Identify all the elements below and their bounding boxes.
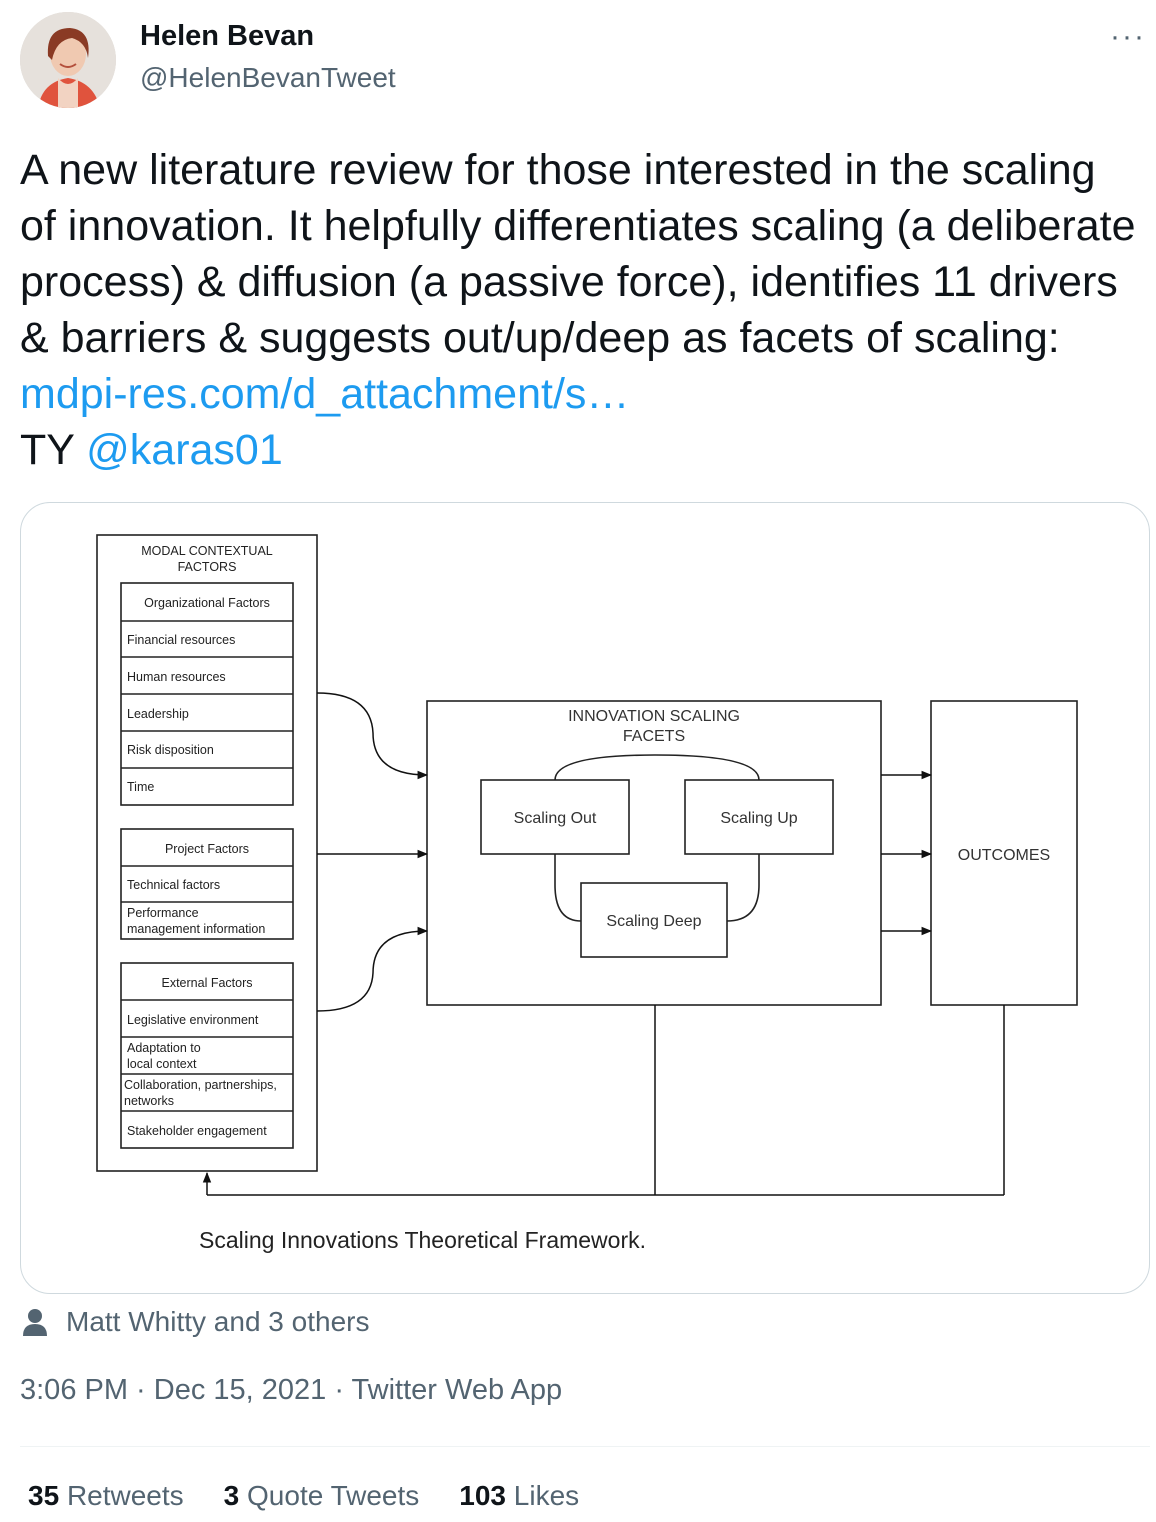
tweet-mention[interactable]: @karas01: [86, 426, 283, 474]
author-name[interactable]: Helen Bevan: [140, 20, 314, 53]
person-icon: [23, 1309, 47, 1336]
external-item: networks: [124, 1094, 174, 1108]
project-item: Performance: [127, 906, 199, 920]
org-item: Risk disposition: [127, 743, 214, 757]
quotes-count: 3: [223, 1480, 240, 1511]
facets-title-line1: INNOVATION SCALING: [568, 708, 740, 725]
org-item: Time: [127, 780, 154, 794]
divider: [20, 1446, 1150, 1447]
org-item: Human resources: [127, 670, 226, 684]
tweet-text: A new literature review for those intere…: [20, 142, 1140, 478]
org-factors-header: Organizational Factors: [144, 596, 270, 610]
framework-diagram: MODAL CONTEXTUAL FACTORS Organizational …: [96, 534, 1078, 1253]
liked-by-text: Matt Whitty and 3 others: [66, 1306, 370, 1337]
project-item: management information: [127, 922, 265, 936]
external-item: local context: [127, 1057, 197, 1071]
liked-by-row[interactable]: Matt Whitty and 3 others: [20, 1302, 369, 1342]
facets-title-line2: FACETS: [623, 728, 685, 745]
diagram-caption: Scaling Innovations Theoretical Framewor…: [199, 1227, 646, 1253]
external-item: Collaboration, partnerships,: [124, 1078, 277, 1092]
external-item: Legislative environment: [127, 1013, 259, 1027]
scaling-out-label: Scaling Out: [514, 810, 597, 827]
org-item: Financial resources: [127, 633, 235, 647]
external-factors-header: External Factors: [161, 976, 252, 990]
retweets-count: 35: [28, 1480, 60, 1511]
modal-title-line2: FACTORS: [178, 560, 237, 574]
tweet-link[interactable]: mdpi-res.com/d_attachment/s…: [20, 370, 629, 418]
external-item: Adaptation to: [127, 1041, 201, 1055]
tweet-timestamp[interactable]: 3:06 PM · Dec 15, 2021 · Twitter Web App: [20, 1374, 562, 1407]
likes-stat[interactable]: 103 Likes: [459, 1480, 579, 1512]
tweet-body: A new literature review for those intere…: [20, 146, 1136, 362]
org-item: Leadership: [127, 707, 189, 721]
likes-label: Likes: [513, 1480, 580, 1511]
retweets-label: Retweets: [66, 1480, 184, 1511]
tweet-media-image[interactable]: MODAL CONTEXTUAL FACTORS Organizational …: [20, 502, 1150, 1294]
outcomes-label: OUTCOMES: [958, 847, 1050, 864]
external-item: Stakeholder engagement: [127, 1124, 267, 1138]
tweet-ty: TY: [20, 426, 87, 474]
project-item: Technical factors: [127, 878, 220, 892]
engagement-stats: 35 Retweets 3 Quote Tweets 103 Likes: [28, 1480, 619, 1512]
project-factors-header: Project Factors: [165, 842, 249, 856]
likes-count: 103: [459, 1480, 506, 1511]
author-handle[interactable]: @HelenBevanTweet: [140, 62, 396, 94]
quotes-label: Quote Tweets: [247, 1480, 420, 1511]
more-options-icon[interactable]: ···: [1110, 20, 1146, 54]
quote-tweets-stat[interactable]: 3 Quote Tweets: [224, 1480, 420, 1512]
retweets-stat[interactable]: 35 Retweets: [28, 1480, 184, 1512]
scaling-up-label: Scaling Up: [720, 810, 797, 827]
avatar-photo: [20, 12, 116, 108]
modal-title-line1: MODAL CONTEXTUAL: [141, 544, 273, 558]
scaling-deep-label: Scaling Deep: [606, 913, 701, 930]
avatar[interactable]: [20, 12, 116, 108]
